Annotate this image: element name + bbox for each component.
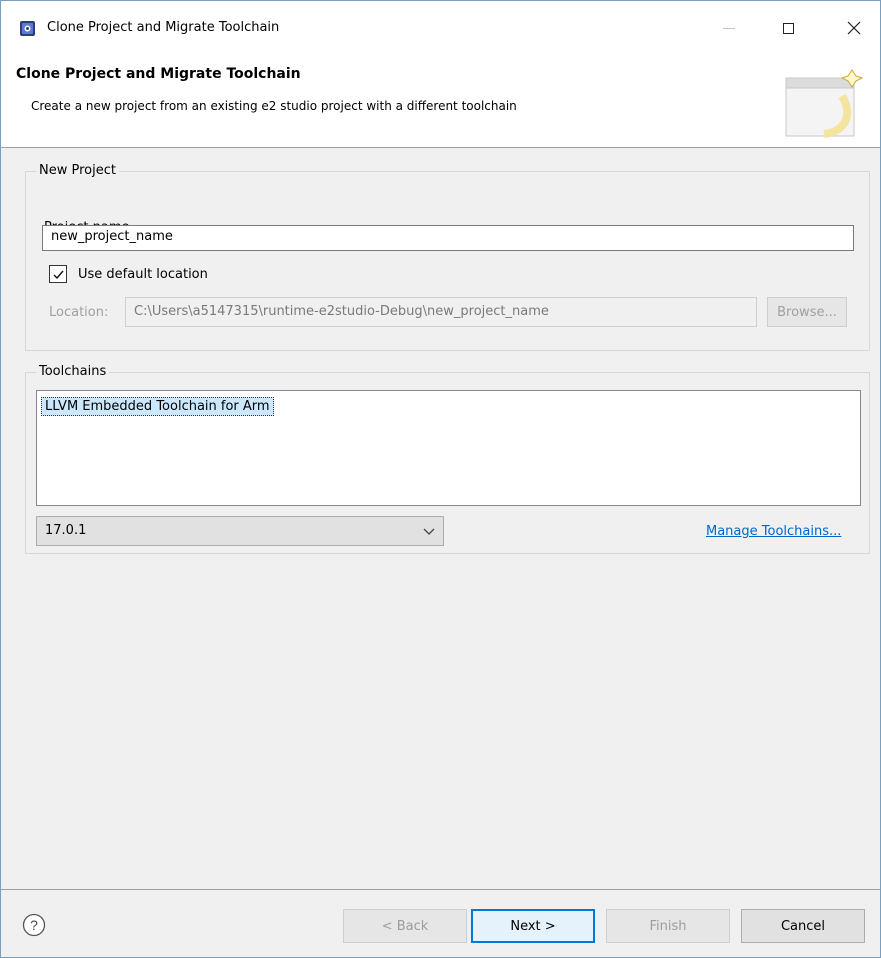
close-button[interactable]	[831, 11, 877, 45]
location-label: Location:	[49, 305, 109, 320]
manage-toolchains-link[interactable]: Manage Toolchains...	[706, 524, 841, 539]
toolchains-group-label: Toolchains	[36, 364, 110, 379]
svg-text:?: ?	[30, 917, 38, 933]
cancel-button[interactable]: Cancel	[741, 909, 865, 943]
use-default-location-checkbox[interactable]	[49, 265, 67, 283]
project-name-input[interactable]: new_project_name	[42, 225, 854, 251]
minimize-button[interactable]	[706, 11, 752, 45]
toolchain-version-select[interactable]: 17.0.1	[36, 516, 444, 546]
banner-description: Create a new project from an existing e2…	[31, 99, 517, 113]
button-bar-separator	[1, 889, 880, 890]
wizard-banner: Clone Project and Migrate Toolchain Crea…	[1, 52, 880, 148]
minimize-icon	[723, 27, 735, 29]
next-button[interactable]: Next >	[471, 909, 595, 943]
banner-title: Clone Project and Migrate Toolchain	[16, 66, 301, 82]
title-bar: Clone Project and Migrate Toolchain	[1, 1, 880, 52]
chevron-down-icon	[423, 528, 435, 535]
toolchain-list[interactable]: LLVM Embedded Toolchain for Arm	[36, 390, 861, 506]
wizard-banner-icon	[785, 69, 864, 138]
use-default-location-label[interactable]: Use default location	[78, 267, 208, 282]
location-input: C:\Users\a5147315\runtime-e2studio-Debug…	[125, 297, 757, 327]
dialog-window: Clone Project and Migrate Toolchain Clon…	[0, 0, 881, 958]
version-select-value: 17.0.1	[45, 523, 87, 538]
maximize-button[interactable]	[765, 11, 811, 45]
finish-button: Finish	[606, 909, 730, 943]
maximize-icon	[782, 22, 794, 34]
back-button: < Back	[343, 909, 467, 943]
browse-button: Browse...	[767, 297, 847, 327]
toolchain-list-item[interactable]: LLVM Embedded Toolchain for Arm	[41, 397, 274, 416]
close-icon	[847, 21, 861, 35]
help-icon[interactable]: ?	[22, 913, 46, 937]
new-project-group-label: New Project	[36, 163, 119, 178]
e2studio-app-icon	[20, 21, 35, 36]
window-title: Clone Project and Migrate Toolchain	[47, 20, 280, 35]
checkmark-icon	[53, 270, 64, 279]
